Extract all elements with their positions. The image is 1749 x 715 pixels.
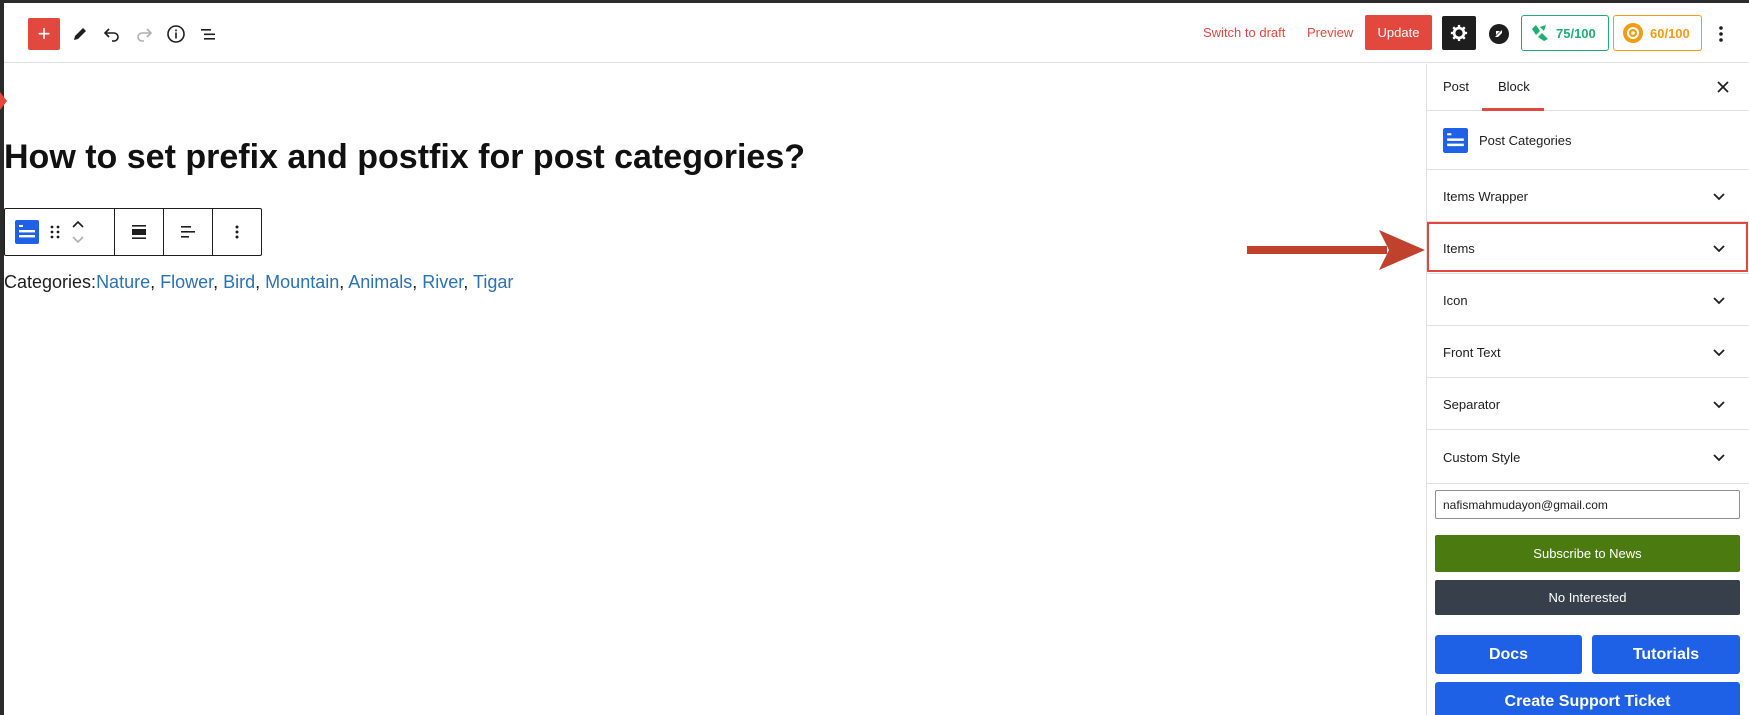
pencil-icon [74, 28, 86, 40]
chevron-down-icon [1713, 454, 1725, 462]
wheel-icon [1623, 23, 1643, 43]
add-block-button[interactable]: + [28, 18, 60, 50]
chevron-down-icon [1713, 401, 1725, 409]
panel-title: Items [1443, 241, 1475, 256]
tools-button[interactable] [64, 18, 96, 50]
close-sidebar-button[interactable] [1713, 77, 1733, 97]
panel-title: Custom Style [1443, 450, 1521, 465]
category-link-animals[interactable]: Animals [348, 272, 412, 292]
category-separator: , [150, 272, 161, 292]
details-button[interactable] [160, 18, 192, 50]
category-link-bird[interactable]: Bird [223, 272, 255, 292]
redo-button[interactable] [128, 18, 160, 50]
tab-post[interactable]: Post [1443, 79, 1469, 94]
seo-score-value: 75/100 [1556, 25, 1596, 41]
plugin-button[interactable] [1483, 18, 1515, 50]
docs-button[interactable]: Docs [1435, 635, 1582, 674]
panel-title: Items Wrapper [1443, 189, 1529, 204]
move-buttons [71, 220, 85, 244]
category-separator: , [463, 272, 473, 292]
panel-title: Separator [1443, 397, 1501, 412]
panel-title: Front Text [1443, 345, 1501, 360]
highlight-box [1427, 222, 1748, 272]
post-categories-block-icon[interactable] [15, 220, 39, 244]
drag-handle-icon[interactable] [49, 223, 61, 241]
info-icon [167, 25, 185, 43]
update-button[interactable]: Update [1365, 15, 1432, 50]
plugin-logo-icon [1489, 24, 1509, 44]
panel-items-wrapper[interactable]: Items Wrapper [1427, 170, 1749, 222]
chevron-down-icon [1713, 349, 1725, 357]
post-title[interactable]: How to set prefix and postfix for post c… [4, 138, 805, 177]
editor-top-toolbar: + Switch to draft Preview Update 75/100 … [4, 3, 1749, 63]
block-options-button[interactable] [213, 209, 261, 255]
subscribe-button[interactable]: Subscribe to News [1435, 535, 1740, 572]
sidebar-tabs: Post Block [1427, 64, 1749, 111]
align-wide-icon [132, 225, 146, 239]
category-link-river[interactable]: River [422, 272, 463, 292]
rankmath-icon [1532, 25, 1548, 41]
create-support-ticket-button[interactable]: Create Support Ticket [1435, 682, 1740, 715]
plus-icon: + [37, 21, 51, 46]
post-categories-block[interactable]: Categories:Nature, Flower, Bird, Mountai… [4, 272, 513, 293]
category-separator: , [339, 272, 349, 292]
chevron-down-icon [1713, 193, 1725, 201]
gear-icon [1450, 24, 1468, 42]
category-link-tigar[interactable]: Tigar [473, 272, 513, 292]
block-card-title: Post Categories [1479, 133, 1572, 148]
settings-button[interactable] [1442, 16, 1476, 50]
tutorials-button[interactable]: Tutorials [1592, 635, 1740, 674]
list-view-icon [201, 29, 215, 40]
category-separator: , [213, 272, 224, 292]
more-vertical-icon [235, 225, 239, 239]
chevron-down-icon[interactable] [71, 235, 85, 244]
redo-icon [137, 28, 153, 42]
undo-button[interactable] [96, 18, 128, 50]
panel-custom-style[interactable]: Custom Style [1427, 430, 1749, 484]
seo-score-button[interactable]: 75/100 [1521, 15, 1609, 51]
post-categories-block-icon [1443, 128, 1468, 153]
chevron-down-icon [1713, 297, 1725, 305]
block-toolbar [4, 208, 262, 256]
category-link-nature[interactable]: Nature [96, 272, 150, 292]
readability-score-button[interactable]: 60/100 [1613, 15, 1702, 51]
close-icon [1717, 81, 1729, 93]
panel-front-text[interactable]: Front Text [1427, 326, 1749, 378]
panel-title: Icon [1443, 293, 1468, 308]
text-align-button[interactable] [164, 209, 213, 255]
undo-icon [103, 28, 119, 42]
tab-block[interactable]: Block [1498, 79, 1530, 94]
panel-items[interactable]: Items [1427, 222, 1749, 274]
block-edge-marker [0, 92, 7, 110]
chevron-up-icon[interactable] [71, 220, 85, 229]
panel-separator[interactable]: Separator [1427, 378, 1749, 430]
list-view-button[interactable] [192, 18, 224, 50]
more-vertical-icon [1719, 26, 1723, 42]
annotation-arrow-icon [1247, 230, 1425, 270]
block-type-group [5, 209, 115, 255]
not-interested-button[interactable]: No Interested [1435, 580, 1740, 615]
email-field[interactable] [1435, 490, 1740, 519]
preview-button[interactable]: Preview [1307, 25, 1353, 40]
category-link-flower[interactable]: Flower [160, 272, 213, 292]
align-button[interactable] [115, 209, 164, 255]
settings-sidebar: Post Block Post Categories Items Wrapper… [1426, 64, 1749, 715]
categories-label: Categories: [4, 272, 97, 292]
chevron-down-icon [1713, 245, 1725, 253]
options-button[interactable] [1706, 18, 1736, 50]
category-link-mountain[interactable]: Mountain [265, 272, 339, 292]
panel-icon[interactable]: Icon [1427, 274, 1749, 326]
align-left-icon [181, 226, 195, 238]
switch-to-draft-button[interactable]: Switch to draft [1203, 25, 1285, 40]
category-separator: , [412, 272, 423, 292]
readability-score-value: 60/100 [1650, 25, 1690, 41]
block-card: Post Categories [1427, 111, 1749, 170]
category-separator: , [255, 272, 266, 292]
